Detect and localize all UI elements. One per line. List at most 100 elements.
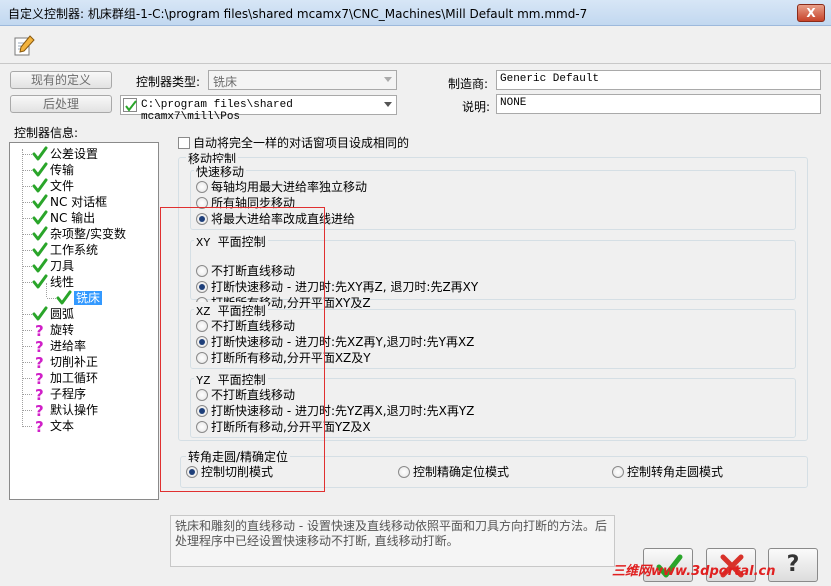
tree-connector (23, 234, 32, 235)
question-icon: ? (32, 322, 48, 340)
radio-circle (196, 181, 208, 193)
tree-item[interactable]: 铣床 (56, 290, 103, 306)
controller-type-label: 控制器类型: (136, 75, 201, 89)
tree-connector (22, 149, 23, 427)
check-icon (32, 306, 48, 322)
tree-item[interactable]: ? 进给率 (32, 338, 87, 356)
tree-connector (23, 266, 32, 267)
window-title: 自定义控制器: 机床群组-1-C:\program files\shared m… (8, 7, 588, 21)
check-icon (32, 146, 48, 162)
close-button[interactable]: X (797, 4, 825, 22)
tree-connector (23, 218, 32, 219)
question-icon: ? (32, 338, 48, 356)
tree-connector (23, 394, 32, 395)
radio-circle (398, 466, 410, 478)
tree-item-label: 进给率 (50, 339, 87, 353)
tree-item[interactable]: ? 加工循环 (32, 370, 99, 388)
same-dialog-checkbox[interactable]: 自动将完全一样的对话窗项目设成相同的 (178, 134, 409, 151)
question-icon: ? (32, 418, 48, 436)
tree-connector (23, 362, 32, 363)
watermark-text: 三维网www.3dportal.cn (612, 564, 776, 579)
tree-item[interactable]: 工作系统 (32, 242, 98, 258)
tree-item-label: NC 输出 (50, 211, 96, 225)
help-button[interactable]: ? (768, 548, 818, 582)
svg-text:?: ? (35, 322, 44, 338)
tree-connector (23, 202, 32, 203)
highlight-box (160, 207, 325, 492)
tree-item-label: 圆弧 (50, 307, 75, 321)
tree-item[interactable]: ? 文本 (32, 418, 74, 436)
radio-label: 每轴均用最大进给率独立移动 (211, 180, 368, 194)
radio-label: 控制转角走圆模式 (627, 465, 724, 479)
edit-icon[interactable] (12, 34, 36, 58)
question-icon: ? (32, 370, 48, 388)
tree-item-label: 默认操作 (50, 403, 99, 417)
check-icon (32, 226, 48, 242)
file-check-icon (123, 98, 137, 112)
tree-item[interactable]: NC 对话框 (32, 194, 107, 210)
radio-label: 控制精确定位模式 (413, 465, 510, 479)
check-icon (32, 194, 48, 210)
post-path-select[interactable]: C:\program files\shared mcamx7\mill\Pos (120, 95, 397, 123)
controller-info-label: 控制器信息: (14, 126, 79, 140)
tree-connector (23, 314, 32, 315)
manufacturer-label: 制造商: (448, 77, 489, 91)
post-processor-button[interactable]: 后处理 (10, 95, 112, 113)
chevron-down-icon (384, 102, 392, 107)
radio-option[interactable]: 每轴均用最大进给率独立移动 (196, 179, 367, 195)
corner-radio-option[interactable]: 控制转角走圆模式 (612, 464, 723, 480)
tree-connector (23, 426, 32, 427)
controller-info-tree[interactable]: 公差设置 传输 文件 NC 对话框 NC 输出杂项整/实变数 工作系统 刀具线性 铣床 圆弧? 旋… (9, 142, 159, 500)
current-definition-button[interactable]: 现有的定义 (10, 71, 112, 89)
close-icon: X (806, 6, 816, 20)
tree-item[interactable]: 圆弧 (32, 306, 74, 322)
tree-item-label: 子程序 (50, 387, 87, 401)
tree-item[interactable]: ? 默认操作 (32, 402, 99, 420)
toolbar-separator (0, 63, 831, 64)
tree-item[interactable]: ? 子程序 (32, 386, 87, 404)
manufacturer-value: Generic Default (500, 73, 600, 85)
question-icon: ? (32, 354, 48, 372)
tree-connector (23, 346, 32, 347)
tree-item-label: 文件 (50, 179, 75, 193)
post-path-value: C:\program files\shared mcamx7\mill\Pos (141, 99, 293, 123)
corner-radio-option[interactable]: 控制精确定位模式 (398, 464, 509, 480)
description-field[interactable]: NONE (496, 94, 821, 114)
tree-item[interactable]: 线性 (32, 274, 74, 290)
description-value: NONE (500, 97, 527, 109)
chevron-down-icon (384, 77, 392, 82)
tree-item[interactable]: 杂项整/实变数 (32, 226, 126, 242)
manufacturer-field[interactable]: Generic Default (496, 70, 821, 90)
check-icon (32, 210, 48, 226)
tree-connector (23, 154, 32, 155)
tree-item[interactable]: 刀具 (32, 258, 74, 274)
tree-item-label: 旋转 (50, 323, 75, 337)
tree-item[interactable]: 公差设置 (32, 146, 98, 162)
tree-connector (23, 170, 32, 171)
check-icon (56, 290, 72, 306)
question-icon: ? (32, 402, 48, 420)
svg-text:?: ? (35, 354, 44, 370)
tree-connector (23, 250, 32, 251)
tree-connector (23, 330, 32, 331)
tree-item-label: 切削补正 (50, 355, 99, 369)
tree-connector (23, 378, 32, 379)
tree-item[interactable]: 传输 (32, 162, 74, 178)
tree-item-label: 加工循环 (50, 371, 99, 385)
svg-text:?: ? (35, 402, 44, 418)
toolbar (0, 26, 831, 66)
question-icon: ? (32, 386, 48, 404)
help-text-box: 铣床和雕刻的直线移动 - 设置快速及直线移动依照平面和刀具方向打断的方法。后处理… (170, 515, 615, 567)
tree-item-label: 杂项整/实变数 (50, 227, 127, 241)
tree-item-label: 刀具 (50, 259, 75, 273)
controller-type-select[interactable]: 铣床 (208, 70, 397, 90)
tree-item[interactable]: 文件 (32, 178, 74, 194)
tree-item[interactable]: NC 输出 (32, 210, 95, 226)
svg-text:?: ? (35, 338, 44, 354)
tree-item[interactable]: ? 旋转 (32, 322, 75, 340)
svg-text:?: ? (35, 418, 44, 434)
controller-type-value: 铣床 (213, 75, 238, 89)
check-icon (32, 162, 48, 178)
tree-item-label: 线性 (50, 275, 75, 289)
tree-item[interactable]: ? 切削补正 (32, 354, 99, 372)
